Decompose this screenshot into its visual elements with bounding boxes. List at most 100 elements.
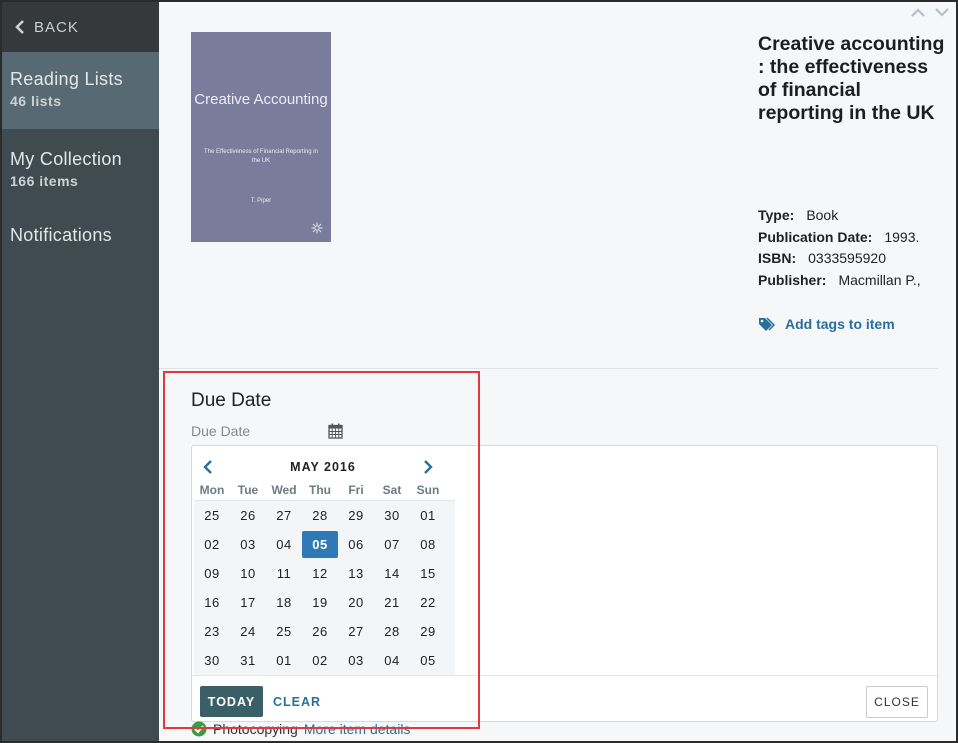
calendar-week: 09 10 11 12 13 14 15 bbox=[194, 559, 455, 588]
calendar-day[interactable]: 26 bbox=[302, 617, 338, 646]
calendar-day[interactable]: 25 bbox=[194, 501, 230, 530]
calendar-day[interactable]: 27 bbox=[266, 501, 302, 530]
book-cover: Creative Accounting The Effectiveness of… bbox=[191, 32, 331, 242]
item-navigation bbox=[910, 6, 950, 18]
weekday-label: Mon bbox=[199, 483, 225, 497]
calendar-day[interactable]: 01 bbox=[266, 646, 302, 675]
calendar-day[interactable]: 21 bbox=[374, 588, 410, 617]
meta-key: ISBN: bbox=[758, 250, 797, 266]
back-button[interactable]: BACK bbox=[2, 2, 159, 52]
calendar-day[interactable]: 02 bbox=[194, 530, 230, 559]
calendar-day[interactable]: 07 bbox=[374, 530, 410, 559]
calendar-day[interactable]: 16 bbox=[194, 588, 230, 617]
weekday-label: Sun bbox=[416, 483, 440, 497]
calendar-day[interactable]: 01 bbox=[410, 501, 446, 530]
calendar-grid: 25 26 27 28 29 30 01 02 03 04 05 06 07 08 09 10 11 12 13 14… bbox=[194, 500, 455, 675]
calendar-day[interactable]: 18 bbox=[266, 588, 302, 617]
sidebar-item-my-collection[interactable]: My Collection 166 items bbox=[2, 129, 159, 205]
calendar-day[interactable]: 27 bbox=[338, 617, 374, 646]
calendar-day[interactable]: 20 bbox=[338, 588, 374, 617]
calendar-week: 02 03 04 05 06 07 08 bbox=[194, 530, 455, 559]
cover-title: Creative Accounting bbox=[194, 91, 328, 108]
calendar-day[interactable]: 05 bbox=[410, 646, 446, 675]
calendar-day[interactable]: 03 bbox=[338, 646, 374, 675]
meta-value: 0333595920 bbox=[808, 250, 886, 266]
chevron-up-icon[interactable] bbox=[910, 6, 926, 18]
calendar-day[interactable]: 17 bbox=[230, 588, 266, 617]
calendar-day[interactable]: 09 bbox=[194, 559, 230, 588]
chevron-left-icon bbox=[15, 20, 24, 34]
calendar-day[interactable]: 30 bbox=[194, 646, 230, 675]
calendar-day[interactable]: 03 bbox=[230, 530, 266, 559]
calendar-day[interactable]: 25 bbox=[266, 617, 302, 646]
sidebar-item-notifications[interactable]: Notifications bbox=[2, 205, 159, 265]
clear-button[interactable]: CLEAR bbox=[273, 686, 321, 717]
tags-icon bbox=[759, 317, 776, 331]
meta-row: Publisher: Macmillan P., bbox=[758, 270, 921, 292]
calendar-day[interactable]: 29 bbox=[410, 617, 446, 646]
calendar-day-selected[interactable]: 05 bbox=[302, 531, 338, 558]
calendar-day[interactable]: 31 bbox=[230, 646, 266, 675]
divider bbox=[192, 675, 937, 676]
calendar-week: 23 24 25 26 27 28 29 bbox=[194, 617, 455, 646]
month-label[interactable]: MAY 2016 bbox=[192, 460, 454, 474]
next-month-button[interactable] bbox=[420, 458, 436, 476]
sidebar-item-reading-lists[interactable]: Reading Lists 46 lists bbox=[2, 52, 159, 129]
weekday-header: Mon Tue Wed Thu Fri Sat Sun bbox=[194, 483, 446, 497]
due-date-input[interactable]: Due Date bbox=[191, 423, 250, 439]
back-label: BACK bbox=[34, 18, 79, 36]
meta-value: Macmillan P., bbox=[838, 271, 921, 288]
add-tags-label: Add tags to item bbox=[785, 316, 895, 332]
weekday-label: Thu bbox=[309, 483, 331, 497]
calendar-day[interactable]: 22 bbox=[410, 588, 446, 617]
calendar-day[interactable]: 30 bbox=[374, 501, 410, 530]
calendar-day[interactable]: 29 bbox=[338, 501, 374, 530]
calendar-day[interactable]: 08 bbox=[410, 530, 446, 559]
calendar-day[interactable]: 04 bbox=[374, 646, 410, 675]
calendar-day[interactable]: 02 bbox=[302, 646, 338, 675]
calendar-day[interactable]: 28 bbox=[374, 617, 410, 646]
weekday-label: Sat bbox=[382, 483, 402, 497]
calendar-day[interactable]: 12 bbox=[302, 559, 338, 588]
meta-value: 1993. bbox=[884, 228, 920, 245]
calendar-day[interactable]: 19 bbox=[302, 588, 338, 617]
more-item-details-link[interactable]: More item details bbox=[304, 721, 411, 737]
item-title: Creative accounting : the effectiveness … bbox=[758, 33, 945, 124]
calendar-icon[interactable] bbox=[328, 423, 343, 439]
sidebar-item-label: My Collection bbox=[10, 149, 122, 169]
weekday-label: Fri bbox=[348, 483, 364, 497]
sidebar-item-label: Notifications bbox=[10, 225, 112, 245]
meta-key: Publisher: bbox=[758, 271, 827, 288]
calendar-day[interactable]: 13 bbox=[338, 559, 374, 588]
sidebar: BACK Reading Lists 46 lists My Collectio… bbox=[2, 2, 159, 741]
calendar-day[interactable]: 26 bbox=[230, 501, 266, 530]
meta-row: Publication Date: 1993. bbox=[758, 227, 921, 249]
calendar-day[interactable]: 11 bbox=[266, 559, 302, 588]
meta-row: Type: Book bbox=[758, 205, 921, 227]
calendar-day[interactable]: 23 bbox=[194, 617, 230, 646]
due-date-heading: Due Date bbox=[191, 390, 272, 411]
calendar-day[interactable]: 04 bbox=[266, 530, 302, 559]
publisher-logo-icon bbox=[311, 222, 323, 234]
weekday-label: Tue bbox=[237, 483, 259, 497]
cover-author: T. Piper bbox=[250, 198, 272, 204]
today-button[interactable]: TODAY bbox=[200, 686, 263, 717]
calendar-week: 16 17 18 19 20 21 22 bbox=[194, 588, 455, 617]
check-circle-icon bbox=[191, 721, 207, 737]
calendar-day[interactable]: 06 bbox=[338, 530, 374, 559]
calendar-day[interactable]: 10 bbox=[230, 559, 266, 588]
meta-value: Book bbox=[806, 207, 839, 223]
calendar-day[interactable]: 24 bbox=[230, 617, 266, 646]
app-window: BACK Reading Lists 46 lists My Collectio… bbox=[0, 0, 958, 743]
datepicker-popup: MAY 2016 Mon Tue Wed Thu Fri Sat Sun 25 26 27 28 2… bbox=[191, 445, 938, 722]
calendar-week: 25 26 27 28 29 30 01 bbox=[194, 501, 455, 530]
calendar-day[interactable]: 28 bbox=[302, 501, 338, 530]
close-button[interactable]: CLOSE bbox=[866, 686, 928, 718]
chevron-down-icon[interactable] bbox=[934, 6, 950, 18]
item-metadata: Type: Book Publication Date: 1993. ISBN: 03… bbox=[758, 205, 921, 291]
calendar-day[interactable]: 14 bbox=[374, 559, 410, 588]
calendar-day[interactable]: 15 bbox=[410, 559, 446, 588]
add-tags-link[interactable]: Add tags to item bbox=[758, 316, 895, 332]
meta-row: ISBN: 0333595920 bbox=[758, 248, 921, 270]
meta-key: Type: bbox=[758, 207, 795, 223]
